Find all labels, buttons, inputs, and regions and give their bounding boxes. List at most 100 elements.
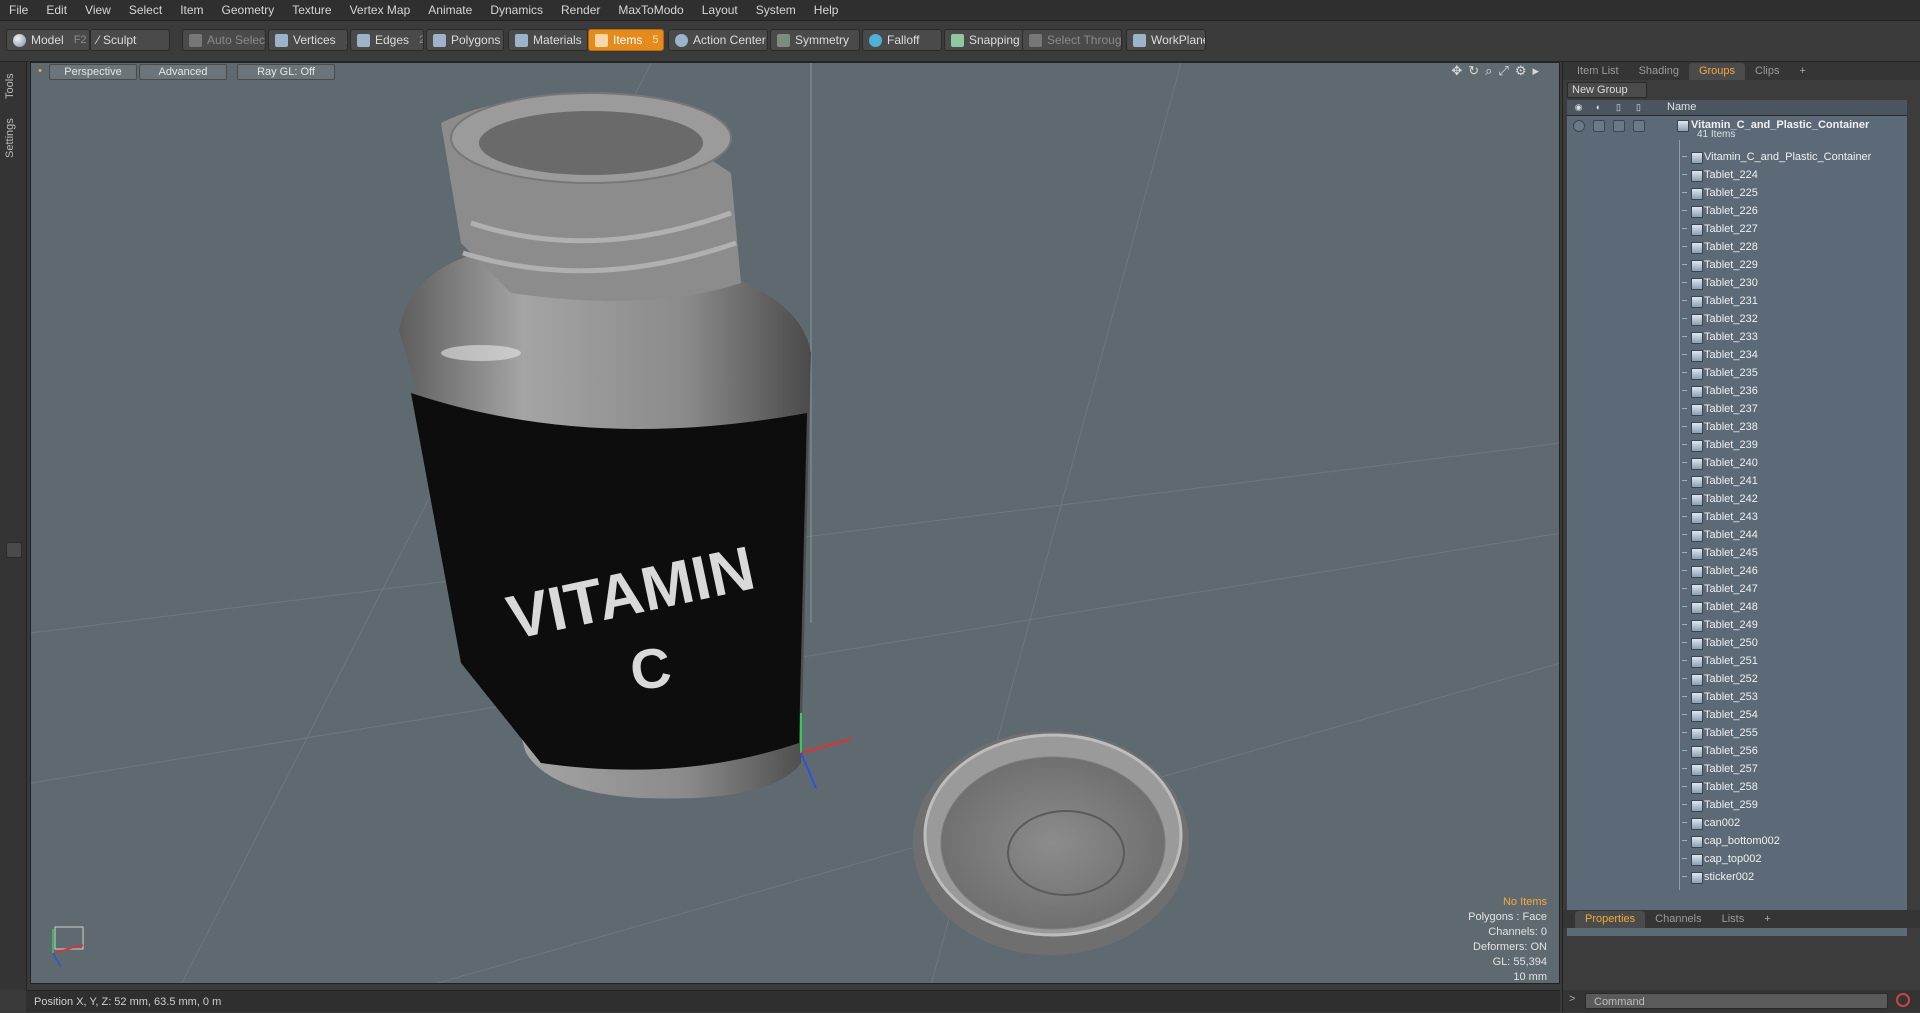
tab-channels[interactable]: Channels bbox=[1645, 911, 1711, 928]
tree-item-row[interactable]: Tablet_233 bbox=[1567, 328, 1907, 346]
falloff-icon bbox=[869, 33, 882, 47]
tree-item-row[interactable]: Tablet_259 bbox=[1567, 796, 1907, 814]
tree-item-row[interactable]: Tablet_232 bbox=[1567, 310, 1907, 328]
tools-tab[interactable]: Tools bbox=[4, 66, 22, 106]
tree-item-row[interactable]: Tablet_254 bbox=[1567, 706, 1907, 724]
tree-item-row[interactable]: Tablet_242 bbox=[1567, 490, 1907, 508]
3d-viewport[interactable]: • Perspective Advanced Ray GL: Off ✥ ↻ ⌕… bbox=[30, 62, 1560, 984]
tree-item-row[interactable]: Tablet_255 bbox=[1567, 724, 1907, 742]
tree-item-row[interactable]: can002 bbox=[1567, 814, 1907, 832]
group-lock-toggle[interactable] bbox=[1613, 120, 1625, 132]
symmetry-button[interactable]: Symmetry bbox=[770, 29, 860, 51]
new-group-button[interactable]: New Group bbox=[1567, 82, 1647, 98]
workplane-button[interactable]: WorkPlane bbox=[1126, 29, 1206, 51]
add-tab-icon[interactable]: + bbox=[1789, 63, 1815, 80]
tree-item-row[interactable]: Tablet_250 bbox=[1567, 634, 1907, 652]
tree-item-row[interactable]: Tablet_240 bbox=[1567, 454, 1907, 472]
settings-tab[interactable]: Settings bbox=[4, 110, 22, 166]
menu-dynamics[interactable]: Dynamics bbox=[481, 0, 552, 20]
tree-item-row[interactable]: Vitamin_C_and_Plastic_Container bbox=[1567, 148, 1907, 166]
group-visibility-eye-icon[interactable] bbox=[1573, 120, 1585, 132]
tree-item-row[interactable]: Tablet_226 bbox=[1567, 202, 1907, 220]
tree-item-row[interactable]: Tablet_228 bbox=[1567, 238, 1907, 256]
collapse-handle[interactable] bbox=[6, 542, 22, 558]
record-icon[interactable] bbox=[1896, 993, 1910, 1007]
tree-item-row[interactable]: Tablet_256 bbox=[1567, 742, 1907, 760]
vertices-label: Vertices bbox=[293, 33, 336, 47]
tree-item-row[interactable]: Tablet_257 bbox=[1567, 760, 1907, 778]
menu-vertex-map[interactable]: Vertex Map bbox=[341, 0, 420, 20]
group-select-toggle[interactable] bbox=[1633, 120, 1645, 132]
render-column-icon[interactable]: ◐ bbox=[1593, 102, 1604, 113]
select-through-button[interactable]: Select Through bbox=[1022, 29, 1122, 51]
tree-item-row[interactable]: Tablet_248 bbox=[1567, 598, 1907, 616]
tree-item-row[interactable]: Tablet_227 bbox=[1567, 220, 1907, 238]
tree-item-row[interactable]: Tablet_246 bbox=[1567, 562, 1907, 580]
menu-system[interactable]: System bbox=[747, 0, 805, 20]
falloff-button[interactable]: Falloff bbox=[862, 29, 942, 51]
menu-help[interactable]: Help bbox=[805, 0, 848, 20]
add-bottom-tab-icon[interactable]: + bbox=[1754, 911, 1780, 928]
tree-item-row[interactable]: Tablet_258 bbox=[1567, 778, 1907, 796]
sculpt-mode-button[interactable]: ⁄ Sculpt bbox=[90, 29, 170, 51]
menu-layout[interactable]: Layout bbox=[693, 0, 747, 20]
tree-item-row[interactable]: Tablet_235 bbox=[1567, 364, 1907, 382]
tab-clips[interactable]: Clips bbox=[1745, 63, 1789, 80]
tree-item-row[interactable]: sticker002 bbox=[1567, 868, 1907, 886]
menu-select[interactable]: Select bbox=[120, 0, 171, 20]
tree-item-row[interactable]: Tablet_241 bbox=[1567, 472, 1907, 490]
menu-render[interactable]: Render bbox=[552, 0, 609, 20]
tree-item-row[interactable]: Tablet_247 bbox=[1567, 580, 1907, 598]
menu-edit[interactable]: Edit bbox=[37, 0, 76, 20]
tree-item-row[interactable]: Tablet_234 bbox=[1567, 346, 1907, 364]
vertices-button[interactable]: Vertices 1 bbox=[268, 29, 348, 51]
tree-item-row[interactable]: Tablet_230 bbox=[1567, 274, 1907, 292]
tree-item-row[interactable]: Tablet_251 bbox=[1567, 652, 1907, 670]
menu-texture[interactable]: Texture bbox=[283, 0, 340, 20]
tree-item-row[interactable]: Tablet_253 bbox=[1567, 688, 1907, 706]
group-render-toggle[interactable] bbox=[1593, 120, 1605, 132]
action-center-button[interactable]: Action Center bbox=[668, 29, 768, 51]
tree-item-row[interactable]: Tablet_224 bbox=[1567, 166, 1907, 184]
tree-item-row[interactable]: Tablet_252 bbox=[1567, 670, 1907, 688]
snapping-button[interactable]: Snapping bbox=[944, 29, 1024, 51]
tree-item-row[interactable]: Tablet_239 bbox=[1567, 436, 1907, 454]
tree-item-row[interactable]: Tablet_243 bbox=[1567, 508, 1907, 526]
tree-item-row[interactable]: Tablet_249 bbox=[1567, 616, 1907, 634]
tree-item-row[interactable]: Tablet_238 bbox=[1567, 418, 1907, 436]
tree-item-row[interactable]: Tablet_225 bbox=[1567, 184, 1907, 202]
tree-item-row[interactable]: Tablet_244 bbox=[1567, 526, 1907, 544]
model-mode-button[interactable]: Model F2 bbox=[6, 29, 90, 51]
name-column-header[interactable]: Name bbox=[1667, 100, 1696, 115]
tab-lists[interactable]: Lists bbox=[1712, 911, 1755, 928]
tree-item-row[interactable]: Tablet_237 bbox=[1567, 400, 1907, 418]
polygons-button[interactable]: Polygons bbox=[426, 29, 504, 51]
tree-item-row[interactable]: cap_top002 bbox=[1567, 850, 1907, 868]
items-button[interactable]: Items 5 bbox=[588, 29, 664, 51]
tree-item-row[interactable]: Tablet_236 bbox=[1567, 382, 1907, 400]
tab-shading[interactable]: Shading bbox=[1629, 63, 1689, 80]
tab-properties[interactable]: Properties bbox=[1575, 911, 1646, 928]
tab-groups[interactable]: Groups bbox=[1688, 63, 1746, 80]
menu-item[interactable]: Item bbox=[171, 0, 212, 20]
menu-maxtomodo[interactable]: MaxToModo bbox=[609, 0, 692, 20]
auto-select-button[interactable]: Auto Select bbox=[182, 29, 266, 51]
tree-branch-mark bbox=[1682, 498, 1687, 499]
materials-button[interactable]: Materials bbox=[508, 29, 588, 51]
menu-animate[interactable]: Animate bbox=[419, 0, 481, 20]
tab-item-list[interactable]: Item List bbox=[1563, 63, 1629, 80]
command-input[interactable]: Command bbox=[1585, 993, 1888, 1009]
edges-button[interactable]: Edges 2 bbox=[350, 29, 424, 51]
menu-file[interactable]: File bbox=[0, 0, 37, 20]
lock-column-icon[interactable]: ▯ bbox=[1613, 102, 1624, 113]
select-column-icon[interactable]: ▯ bbox=[1633, 102, 1644, 113]
tree-item-row[interactable]: Tablet_231 bbox=[1567, 292, 1907, 310]
visibility-column-eye-icon[interactable]: ◉ bbox=[1573, 102, 1584, 113]
menu-view[interactable]: View bbox=[76, 0, 120, 20]
group-row[interactable]: Vitamin_C_and_Plastic_Container 41 Items bbox=[1567, 116, 1907, 146]
tree-item-row[interactable]: Tablet_229 bbox=[1567, 256, 1907, 274]
menu-geometry[interactable]: Geometry bbox=[213, 0, 284, 20]
tree-item-row[interactable]: cap_bottom002 bbox=[1567, 832, 1907, 850]
tree-item-row[interactable]: Tablet_245 bbox=[1567, 544, 1907, 562]
tree-branch-mark bbox=[1682, 444, 1687, 445]
